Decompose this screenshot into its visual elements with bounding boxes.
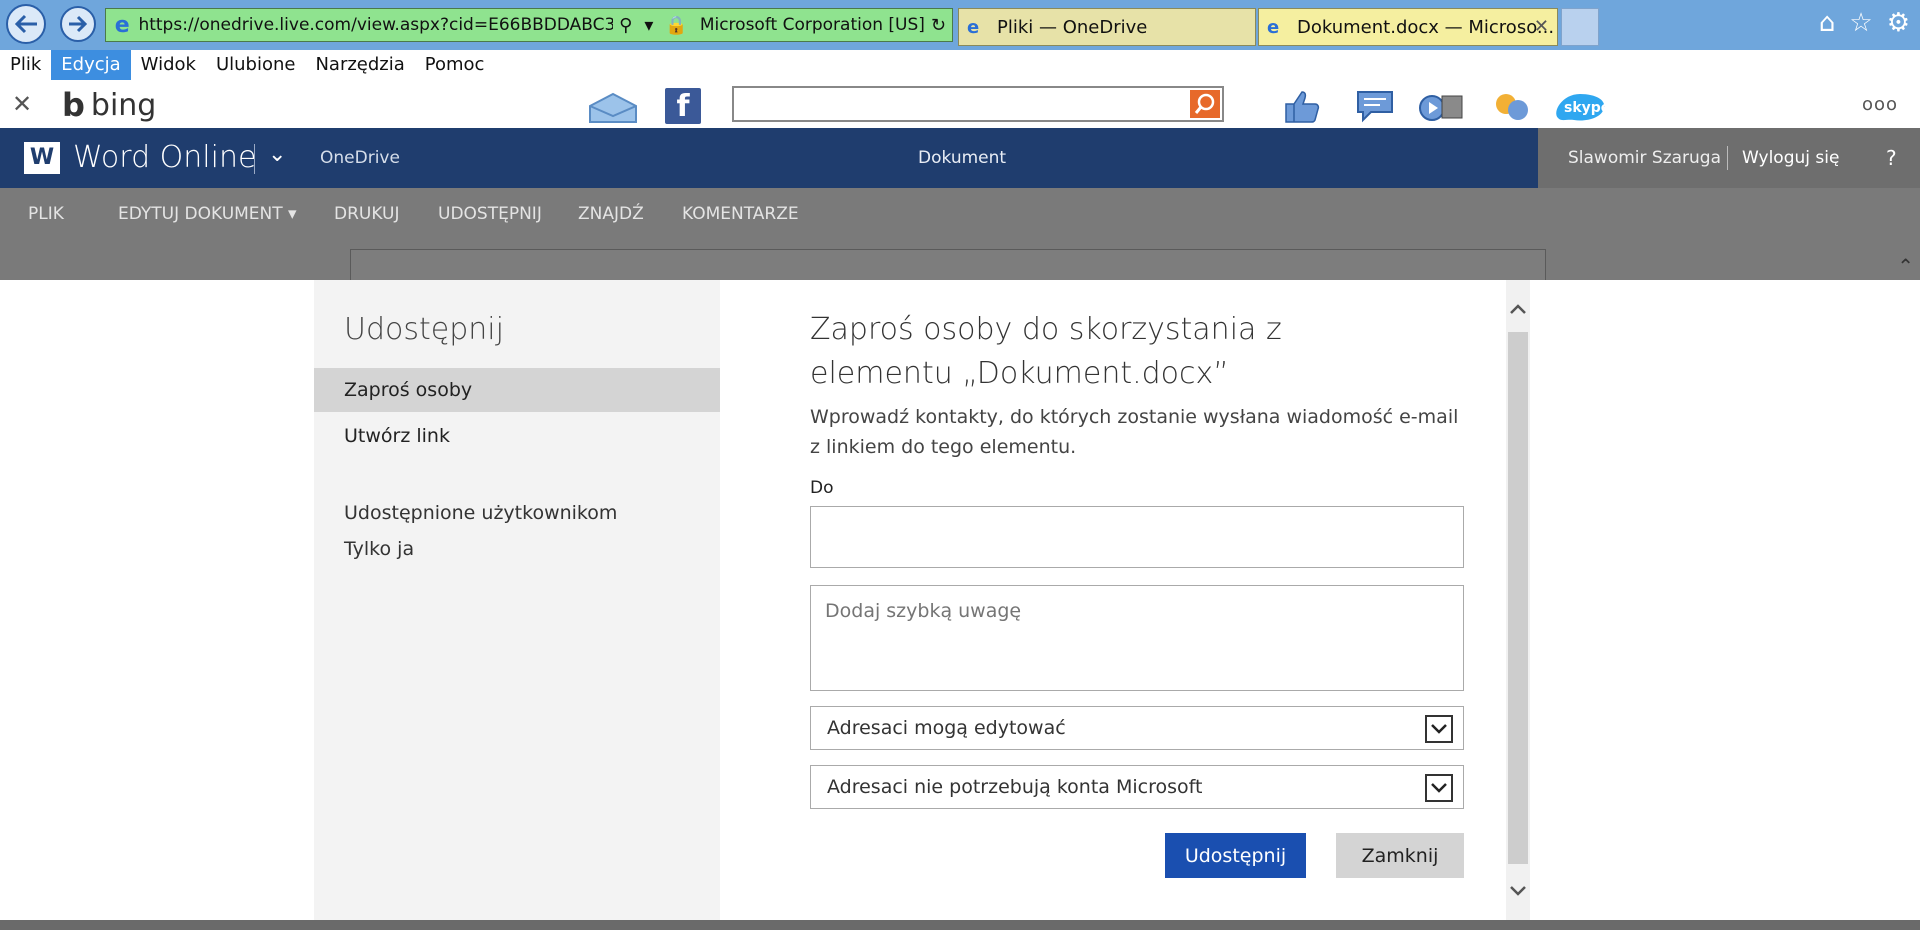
search-icon[interactable]: ⚲	[619, 15, 632, 36]
to-label: Do	[810, 478, 834, 498]
new-tab-button[interactable]	[1561, 8, 1599, 46]
permission-select-value: Adresaci mogą edytować	[827, 717, 1066, 739]
refresh-icon[interactable]: ↻	[931, 15, 946, 36]
skype-icon[interactable]: skype	[1552, 88, 1610, 124]
chevron-down-icon[interactable]	[1425, 715, 1453, 743]
ribbon-tab-find[interactable]: ZNAJDŹ	[578, 204, 644, 224]
ribbon-tab-edit[interactable]: EDYTUJ DOKUMENT ▾	[118, 204, 297, 224]
chevron-down-icon[interactable]: ⌄	[268, 142, 286, 167]
ribbon-tab-share[interactable]: UDOSTĘPNIJ	[438, 204, 542, 224]
arrow-right-icon	[69, 15, 88, 33]
shared-with-value: Tylko ja	[344, 538, 415, 560]
user-name[interactable]: Slawomir Szaruga	[1568, 148, 1721, 168]
tab-dokument[interactable]: e Dokument.docx — Microso... ✕	[1258, 8, 1558, 46]
close-tab-icon[interactable]: ✕	[1534, 16, 1549, 37]
menu-narzedzia[interactable]: Narzędzia	[305, 50, 414, 80]
dropdown-icon[interactable]: ▾	[644, 15, 653, 36]
back-button[interactable]	[6, 4, 46, 44]
to-input[interactable]	[810, 506, 1464, 568]
bing-b-icon: b	[62, 86, 85, 124]
bing-logo[interactable]: b bing	[62, 86, 156, 124]
share-dialog-title: Udostępnij	[344, 312, 504, 347]
video-icon[interactable]	[1418, 88, 1464, 124]
word-logo-icon[interactable]: W	[24, 142, 60, 174]
invite-description: Wprowadź kontakty, do których zostanie w…	[810, 406, 1459, 458]
bing-search-button[interactable]	[1190, 90, 1220, 118]
scrollbar-thumb[interactable]	[1508, 332, 1528, 864]
shared-with-heading: Udostępnione użytkownikom	[344, 502, 618, 524]
search-icon	[1194, 93, 1215, 114]
ie-icon: e	[1267, 16, 1280, 38]
menu-plik[interactable]: Plik	[0, 50, 51, 80]
user-divider	[1727, 146, 1728, 170]
scroll-up-icon[interactable]	[1506, 294, 1530, 324]
app-name[interactable]: Word Online	[73, 140, 256, 175]
menu-ulubione[interactable]: Ulubione	[206, 50, 306, 80]
note-input[interactable]	[810, 585, 1464, 691]
browser-toolbar: e https://onedrive.live.com/view.aspx?ci…	[0, 0, 1920, 50]
bing-logo-text: bing	[90, 87, 157, 123]
ribbon-tab-comments[interactable]: KOMENTARZE	[682, 204, 799, 224]
ribbon-tabs: PLIK EDYTUJ DOKUMENT ▾ DRUKUJ UDOSTĘPNIJ…	[0, 188, 1920, 240]
tab-label: Pliki — OneDrive	[997, 16, 1148, 38]
ribbon-tab-plik[interactable]: PLIK	[28, 204, 64, 224]
tab-label: Dokument.docx — Microso...	[1297, 16, 1555, 38]
account-select-value: Adresaci nie potrzebują konta Microsoft	[827, 776, 1203, 798]
nav-create-link[interactable]: Utwórz link	[314, 414, 720, 458]
close-button[interactable]: Zamknij	[1336, 833, 1464, 878]
help-icon[interactable]: ?	[1886, 146, 1897, 170]
logout-link[interactable]: Wyloguj się	[1742, 148, 1839, 168]
word-online-header: W Word Online ⌄ OneDrive Dokument Slawom…	[0, 128, 1920, 188]
ribbon-tab-print[interactable]: DRUKUJ	[334, 204, 400, 224]
lock-icon[interactable]: 🔒	[665, 15, 687, 36]
header-divider	[254, 144, 255, 174]
bing-search-input[interactable]	[732, 86, 1224, 122]
account-select[interactable]: Adresaci nie potrzebują konta Microsoft	[810, 765, 1464, 809]
home-icon[interactable]: ⌂	[1819, 8, 1836, 38]
thumbs-up-icon[interactable]	[1282, 88, 1322, 124]
menu-bar: Plik Edycja Widok Ulubione Narzędzia Pom…	[0, 50, 1920, 80]
favorites-star-icon[interactable]: ☆	[1849, 8, 1872, 38]
menu-edycja[interactable]: Edycja	[51, 50, 131, 80]
ie-icon: e	[114, 12, 130, 38]
close-toolbar-icon[interactable]: ✕	[12, 90, 32, 118]
document-title[interactable]: Dokument	[918, 148, 1006, 168]
facebook-icon[interactable]: f	[665, 88, 701, 124]
mail-icon[interactable]	[588, 92, 638, 124]
menu-pomoc[interactable]: Pomoc	[415, 50, 495, 80]
share-dialog-main: Zaproś osoby do skorzystania z elementu …	[720, 280, 1506, 920]
translate-icon[interactable]	[1492, 88, 1532, 124]
share-button[interactable]: Udostępnij	[1165, 833, 1306, 878]
menu-widok[interactable]: Widok	[131, 50, 206, 80]
chat-bubble-icon[interactable]	[1355, 88, 1395, 124]
collapse-ribbon-icon[interactable]: ⌃	[1897, 254, 1914, 278]
share-dialog-sidebar: Udostępnij Zaproś osoby Utwórz link Udos…	[314, 280, 720, 920]
bottom-strip	[0, 920, 1920, 930]
permission-select[interactable]: Adresaci mogą edytować	[810, 706, 1464, 750]
ie-icon: e	[967, 16, 980, 38]
tab-pliki-onedrive[interactable]: e Pliki — OneDrive	[958, 8, 1256, 46]
forward-button[interactable]	[60, 6, 96, 42]
certificate-label[interactable]: Microsoft Corporation [US]	[700, 15, 925, 35]
address-url[interactable]: https://onedrive.live.com/view.aspx?cid=…	[138, 15, 613, 35]
arrow-left-icon	[14, 14, 37, 34]
invite-title: Zaproś osoby do skorzystania z elementu …	[810, 312, 1282, 391]
nav-invite-people[interactable]: Zaproś osoby	[314, 368, 720, 412]
document-page	[350, 249, 1546, 280]
more-options-icon[interactable]: ooo	[1862, 94, 1898, 115]
breadcrumb-onedrive[interactable]: OneDrive	[320, 148, 400, 168]
svg-text:skype: skype	[1564, 100, 1610, 116]
chevron-down-icon[interactable]	[1425, 774, 1453, 802]
settings-gear-icon[interactable]: ⚙	[1887, 8, 1910, 38]
dialog-scrollbar[interactable]	[1506, 280, 1530, 920]
scroll-down-icon[interactable]	[1506, 876, 1530, 906]
bing-toolbar: ✕ b bing f skype ooo	[0, 80, 1920, 128]
address-bar[interactable]: e https://onedrive.live.com/view.aspx?ci…	[105, 8, 953, 42]
